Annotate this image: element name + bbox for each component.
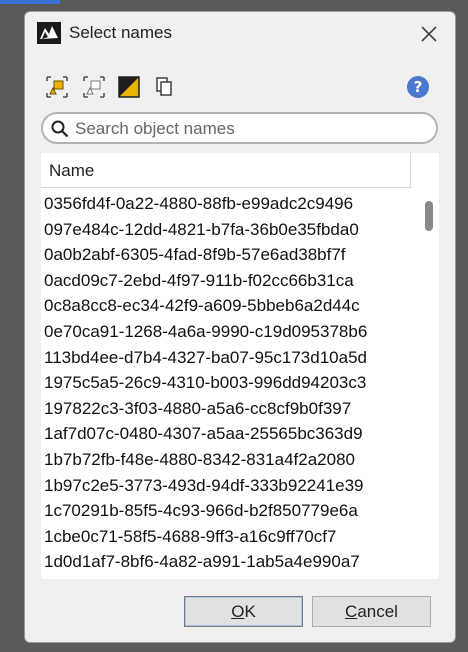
column-header-name[interactable]: Name <box>41 153 411 188</box>
scrollbar-thumb[interactable] <box>425 201 433 231</box>
list-item[interactable]: 1d0d1af7-8bf6-4a82-a991-1ab5a4e990a7 <box>41 549 421 575</box>
cancel-button-label: ancel <box>357 602 398 621</box>
list-item[interactable]: 113bd4ee-d7b4-4327-ba07-95c173d10a5d <box>41 345 421 371</box>
invert-selection-icon[interactable] <box>117 75 141 99</box>
list-item[interactable]: 1cbe0c71-58f5-4688-9ff3-a16c9ff70cf7 <box>41 524 421 550</box>
list-item[interactable]: 1b7b72fb-f48e-4880-8342-831a4f2a2080 <box>41 447 421 473</box>
select-names-dialog: Select names ? Name 0356fd4f-0a22- <box>24 11 456 643</box>
ok-button-label: K <box>244 602 256 621</box>
ok-button-mnemonic: O <box>231 602 245 621</box>
list-item[interactable]: 1975c5a5-26c9-4310-b003-996dd94203c3 <box>41 370 421 396</box>
cancel-button-mnemonic: C <box>345 602 358 621</box>
search-icon <box>51 120 69 138</box>
select-all-icon[interactable] <box>45 75 69 99</box>
list-item[interactable]: 097e484c-12dd-4821-b7fa-36b0e35fbda0 <box>41 217 421 243</box>
help-icon[interactable]: ? <box>407 76 429 98</box>
background-window-strip <box>0 0 60 4</box>
copy-icon[interactable] <box>153 75 177 99</box>
list-item[interactable]: 1c70291b-85f5-4c93-966d-b2f850779e6a <box>41 498 421 524</box>
dialog-title: Select names <box>69 23 172 42</box>
vertical-scrollbar[interactable] <box>421 191 439 579</box>
rhino-app-icon <box>37 22 61 44</box>
list-item[interactable]: 0acd09c7-2ebd-4f97-911b-f02cc66b31ca <box>41 268 421 294</box>
cancel-button[interactable]: Cancel <box>312 596 431 627</box>
list-rows: 0356fd4f-0a22-4880-88fb-e99adc2c9496 097… <box>41 191 421 575</box>
list-item[interactable]: 1b97c2e5-3773-493d-94df-333b92241e39 <box>41 473 421 499</box>
list-item[interactable]: 0c8a8cc8-ec34-42f9-a609-5bbeb6a2d44c <box>41 293 421 319</box>
object-names-list[interactable]: Name 0356fd4f-0a22-4880-88fb-e99adc2c949… <box>41 153 439 579</box>
title-bar[interactable]: Select names <box>25 12 455 54</box>
list-item[interactable]: 1af7d07c-0480-4307-a5aa-25565bc363d9 <box>41 421 421 447</box>
list-item[interactable]: 197822c3-3f03-4880-a5a6-cc8cf9b0f397 <box>41 396 421 422</box>
list-item[interactable]: 0356fd4f-0a22-4880-88fb-e99adc2c9496 <box>41 191 421 217</box>
list-item[interactable]: 0a0b2abf-6305-4fad-8f9b-57e6ad38bf7f <box>41 242 421 268</box>
select-none-icon[interactable] <box>82 75 106 99</box>
ok-button[interactable]: OK <box>184 596 303 627</box>
search-input[interactable] <box>73 117 432 141</box>
close-icon[interactable] <box>415 20 443 48</box>
search-box[interactable] <box>41 112 438 144</box>
list-item[interactable]: 0e70ca91-1268-4a6a-9990-c19d095378b6 <box>41 319 421 345</box>
